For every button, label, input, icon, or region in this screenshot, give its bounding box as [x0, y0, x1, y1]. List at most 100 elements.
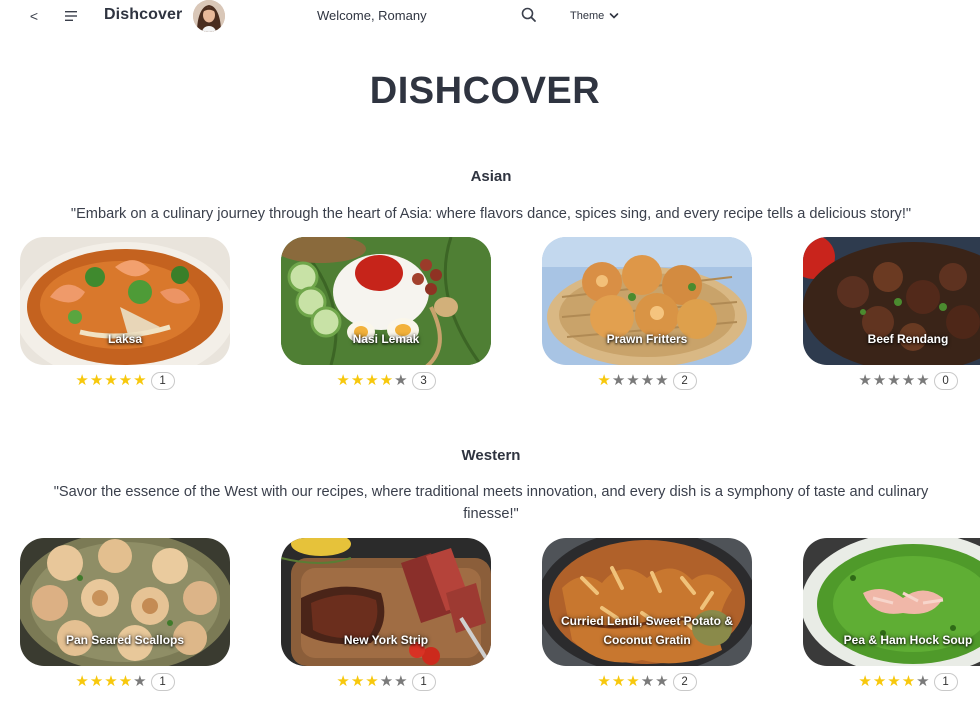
star-icon[interactable]: ★ [858, 373, 871, 389]
search-icon [521, 7, 536, 22]
rating-row: ★ ★ ★ ★ ★ 1 [20, 372, 230, 390]
star-icon[interactable]: ★ [394, 373, 407, 389]
recipe-name: Prawn Fritters [606, 332, 688, 346]
star-rating[interactable]: ★ ★ ★ ★ ★ [858, 373, 929, 389]
recipe-card-laksa: Laksa ★ ★ ★ ★ ★ 1 [20, 237, 230, 390]
star-icon[interactable]: ★ [902, 674, 915, 690]
recipe-name: Pan Seared Scallops [65, 633, 185, 647]
star-icon[interactable]: ★ [612, 674, 625, 690]
recipe-name: Laksa [107, 332, 143, 346]
star-icon[interactable]: ★ [380, 674, 393, 690]
recipe-image-prawn-fritters[interactable]: Prawn Fritters [542, 237, 752, 365]
search-button[interactable] [520, 6, 538, 24]
star-icon[interactable]: ★ [887, 674, 900, 690]
star-icon[interactable]: ★ [365, 674, 378, 690]
recipe-name: New York Strip [343, 633, 429, 647]
recipe-card-pan-seared-scallops: Pan Seared Scallops ★ ★ ★ ★ ★ 1 [20, 538, 230, 691]
star-icon[interactable]: ★ [336, 674, 349, 690]
star-icon[interactable]: ★ [90, 373, 103, 389]
rating-row: ★ ★ ★ ★ ★ 3 [281, 372, 491, 390]
recipe-card-pea-ham-hock-soup: Pea & Ham Hock Soup ★ ★ ★ ★ ★ 1 [803, 538, 980, 691]
rating-count-badge: 1 [411, 673, 436, 691]
star-icon[interactable]: ★ [119, 373, 132, 389]
back-chevron-icon: < [29, 8, 39, 24]
star-rating[interactable]: ★ ★ ★ ★ ★ [858, 674, 929, 690]
star-icon[interactable]: ★ [641, 674, 654, 690]
section-title-western: Western [461, 447, 521, 464]
star-rating[interactable]: ★ ★ ★ ★ ★ [597, 674, 668, 690]
rating-row: ★ ★ ★ ★ ★ 2 [542, 673, 752, 691]
rating-count-badge: 0 [933, 372, 958, 390]
top-navigation-bar: < Dishcover Welcome, Romany Theme [0, 0, 980, 32]
star-icon[interactable]: ★ [133, 674, 146, 690]
star-icon[interactable]: ★ [858, 674, 871, 690]
recipe-image-pan-seared-scallops[interactable]: Pan Seared Scallops [20, 538, 230, 666]
rating-count-badge: 2 [672, 673, 697, 691]
recipe-name: Nasi Lemak [352, 332, 420, 346]
rating-count-badge: 1 [150, 372, 175, 390]
menu-button[interactable] [63, 8, 79, 24]
star-icon[interactable]: ★ [626, 373, 639, 389]
recipe-image-pea-ham-hock-soup[interactable]: Pea & Ham Hock Soup [803, 538, 980, 666]
star-icon[interactable]: ★ [873, 674, 886, 690]
recipe-name: Curried Lentil, Sweet Potato & Coconut G… [560, 614, 734, 647]
rating-count-badge: 1 [150, 673, 175, 691]
star-icon[interactable]: ★ [902, 373, 915, 389]
rating-row: ★ ★ ★ ★ ★ 1 [803, 673, 980, 691]
section-title-asian: Asian [470, 168, 512, 185]
section-description-asian: "Embark on a culinary journey through th… [70, 206, 912, 222]
recipe-image-laksa[interactable]: Laksa [20, 237, 230, 365]
rating-row: ★ ★ ★ ★ ★ 1 [20, 673, 230, 691]
star-icon[interactable]: ★ [75, 674, 88, 690]
star-icon[interactable]: ★ [655, 674, 668, 690]
star-icon[interactable]: ★ [104, 373, 117, 389]
recipe-image-new-york-strip[interactable]: New York Strip [281, 538, 491, 666]
brand-logo-text[interactable]: Dishcover [104, 6, 182, 24]
recipe-card-beef-rendang: Beef Rendang ★ ★ ★ ★ ★ 0 [803, 237, 980, 390]
star-icon[interactable]: ★ [887, 373, 900, 389]
star-icon[interactable]: ★ [104, 674, 117, 690]
star-icon[interactable]: ★ [626, 674, 639, 690]
star-rating[interactable]: ★ ★ ★ ★ ★ [336, 373, 407, 389]
star-icon[interactable]: ★ [597, 674, 610, 690]
back-button[interactable]: < [26, 6, 42, 26]
star-icon[interactable]: ★ [641, 373, 654, 389]
star-icon[interactable]: ★ [119, 674, 132, 690]
star-icon[interactable]: ★ [380, 373, 393, 389]
page-title: DISHCOVER [369, 70, 601, 112]
star-rating[interactable]: ★ ★ ★ ★ ★ [336, 674, 407, 690]
rating-row: ★ ★ ★ ★ ★ 2 [542, 372, 752, 390]
star-rating[interactable]: ★ ★ ★ ★ ★ [75, 674, 146, 690]
theme-dropdown[interactable]: Theme [570, 7, 619, 25]
rating-count-badge: 2 [672, 372, 697, 390]
star-icon[interactable]: ★ [90, 674, 103, 690]
star-icon[interactable]: ★ [873, 373, 886, 389]
rating-row: ★ ★ ★ ★ ★ 1 [281, 673, 491, 691]
star-icon[interactable]: ★ [916, 674, 929, 690]
welcome-text: Welcome, Romany [317, 8, 427, 23]
recipe-image-curried-lentil-gratin[interactable]: Curried Lentil, Sweet Potato & Coconut G… [542, 538, 752, 666]
star-icon[interactable]: ★ [655, 373, 668, 389]
rating-row: ★ ★ ★ ★ ★ 0 [803, 372, 980, 390]
star-icon[interactable]: ★ [336, 373, 349, 389]
star-rating[interactable]: ★ ★ ★ ★ ★ [597, 373, 668, 389]
star-icon[interactable]: ★ [351, 674, 364, 690]
recipe-image-beef-rendang[interactable]: Beef Rendang [803, 237, 980, 365]
star-icon[interactable]: ★ [351, 373, 364, 389]
star-rating[interactable]: ★ ★ ★ ★ ★ [75, 373, 146, 389]
recipe-image-nasi-lemak[interactable]: Nasi Lemak [281, 237, 491, 365]
star-icon[interactable]: ★ [75, 373, 88, 389]
recipe-card-nasi-lemak: Nasi Lemak ★ ★ ★ ★ ★ 3 [281, 237, 491, 390]
theme-label: Theme [570, 10, 605, 22]
star-icon[interactable]: ★ [133, 373, 146, 389]
user-avatar[interactable] [193, 0, 225, 32]
rating-count-badge: 3 [411, 372, 436, 390]
star-icon[interactable]: ★ [612, 373, 625, 389]
star-icon[interactable]: ★ [916, 373, 929, 389]
star-icon[interactable]: ★ [365, 373, 378, 389]
rating-count-badge: 1 [933, 673, 958, 691]
hamburger-menu-icon [65, 11, 77, 21]
star-icon[interactable]: ★ [597, 373, 610, 389]
star-icon[interactable]: ★ [394, 674, 407, 690]
recipe-card-prawn-fritters: Prawn Fritters ★ ★ ★ ★ ★ 2 [542, 237, 752, 390]
